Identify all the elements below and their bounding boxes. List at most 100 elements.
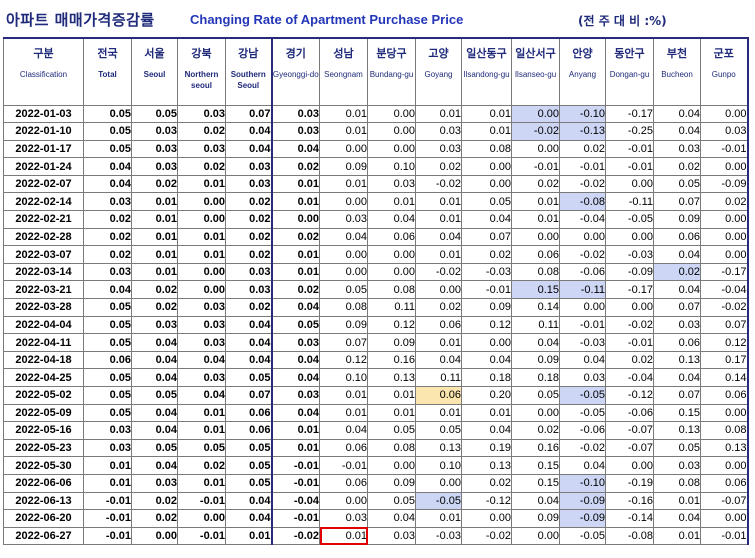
value-cell[interactable]: 0.00	[177, 262, 226, 282]
value-cell[interactable]: 0.17	[700, 350, 749, 370]
value-cell[interactable]: -0.01	[177, 491, 226, 511]
value-cell[interactable]: 0.02	[270, 157, 320, 176]
date-cell[interactable]: 2022-05-09	[3, 403, 84, 423]
value-cell[interactable]: 0.03	[131, 122, 178, 141]
value-cell[interactable]: 0.00	[177, 210, 226, 229]
value-cell[interactable]: 0.01	[461, 403, 512, 423]
value-cell[interactable]: 0.04	[653, 245, 701, 264]
value-cell[interactable]: 0.16	[367, 350, 416, 370]
value-cell[interactable]: 0.03	[177, 139, 226, 159]
value-cell[interactable]: 0.01	[83, 456, 132, 475]
value-cell[interactable]: 0.04	[131, 421, 178, 440]
value-cell[interactable]: 0.04	[461, 210, 512, 229]
value-cell[interactable]: 0.06	[319, 473, 368, 493]
value-cell[interactable]: 0.00	[559, 298, 606, 317]
value-cell[interactable]: 0.02	[83, 245, 132, 264]
value-cell[interactable]: 0.00	[461, 157, 512, 176]
value-cell[interactable]: -0.09	[700, 174, 749, 194]
value-cell[interactable]: 0.12	[461, 315, 512, 335]
value-cell[interactable]: 0.01	[319, 386, 368, 405]
value-cell[interactable]: 0.05	[83, 368, 132, 387]
value-cell[interactable]: -0.05	[415, 491, 462, 511]
value-cell[interactable]: -0.10	[559, 104, 606, 124]
value-cell[interactable]: 0.06	[83, 350, 132, 370]
value-cell[interactable]: 0.02	[225, 210, 272, 229]
value-cell[interactable]: -0.12	[605, 386, 654, 405]
value-cell[interactable]: -0.08	[605, 526, 654, 546]
date-cell[interactable]: 2022-05-02	[3, 386, 84, 405]
value-cell[interactable]: 0.04	[131, 403, 178, 423]
value-cell[interactable]: 0.13	[367, 368, 416, 387]
value-cell[interactable]: -0.01	[700, 526, 749, 546]
value-cell[interactable]: 0.03	[559, 368, 606, 387]
value-cell[interactable]: 0.03	[83, 438, 132, 458]
value-cell[interactable]: -0.05	[559, 526, 606, 546]
value-cell[interactable]: 0.00	[461, 333, 512, 352]
value-cell[interactable]: 0.04	[559, 350, 606, 370]
date-cell[interactable]: 2022-05-16	[3, 421, 84, 440]
value-cell[interactable]: -0.01	[511, 157, 560, 176]
value-cell[interactable]: 0.15	[511, 456, 560, 475]
value-cell[interactable]: 0.05	[131, 386, 178, 405]
value-cell[interactable]: 0.03	[270, 122, 320, 141]
value-cell[interactable]: 0.03	[319, 210, 368, 229]
value-cell[interactable]: -0.01	[83, 526, 132, 546]
value-cell[interactable]: 0.04	[225, 333, 272, 352]
value-cell[interactable]: 0.04	[461, 421, 512, 440]
value-cell[interactable]: 0.04	[225, 491, 272, 511]
value-cell[interactable]: 0.01	[131, 192, 178, 212]
value-cell[interactable]: 0.15	[511, 473, 560, 493]
value-cell[interactable]: 0.00	[511, 227, 560, 247]
value-cell[interactable]: 0.05	[225, 473, 272, 493]
value-cell[interactable]: 0.04	[319, 421, 368, 440]
value-cell[interactable]: 0.01	[319, 174, 368, 194]
value-cell[interactable]: 0.01	[270, 192, 320, 212]
value-cell[interactable]: 0.01	[131, 227, 178, 247]
value-cell[interactable]: 0.05	[83, 139, 132, 159]
value-cell[interactable]: -0.01	[605, 139, 654, 159]
value-cell[interactable]: 0.01	[367, 386, 416, 405]
value-cell[interactable]: -0.06	[605, 403, 654, 423]
value-cell[interactable]: 0.00	[177, 509, 226, 528]
value-cell[interactable]: 0.13	[415, 438, 462, 458]
value-cell[interactable]: -0.03	[605, 245, 654, 264]
value-cell[interactable]: -0.02	[605, 315, 654, 335]
date-cell[interactable]: 2022-01-24	[3, 157, 84, 176]
value-cell[interactable]: 0.01	[461, 122, 512, 141]
value-cell[interactable]: 0.00	[367, 245, 416, 264]
value-cell[interactable]: 0.01	[177, 174, 226, 194]
value-cell[interactable]: 0.02	[270, 280, 320, 300]
value-cell[interactable]: 0.04	[83, 157, 132, 176]
value-cell[interactable]: 0.05	[270, 315, 320, 335]
value-cell[interactable]: 0.06	[653, 333, 701, 352]
date-cell[interactable]: 2022-01-10	[3, 122, 84, 141]
value-cell[interactable]: 0.03	[270, 104, 320, 124]
value-cell[interactable]: -0.09	[559, 491, 606, 511]
value-cell[interactable]: 0.02	[225, 192, 272, 212]
value-cell[interactable]: 0.04	[653, 104, 701, 124]
value-cell[interactable]: 0.09	[319, 157, 368, 176]
value-cell[interactable]: 0.14	[511, 298, 560, 317]
value-cell[interactable]: 0.04	[131, 350, 178, 370]
value-cell[interactable]: 0.01	[367, 192, 416, 212]
value-cell[interactable]: 0.07	[319, 333, 368, 352]
value-cell[interactable]: 0.00	[700, 245, 749, 264]
value-cell[interactable]: 0.04	[367, 509, 416, 528]
value-cell[interactable]: 0.03	[270, 386, 320, 405]
value-cell[interactable]: 0.01	[131, 262, 178, 282]
value-cell[interactable]: -0.17	[700, 262, 749, 282]
value-cell[interactable]: -0.07	[605, 438, 654, 458]
value-cell[interactable]: 0.01	[270, 245, 320, 264]
date-cell[interactable]: 2022-02-14	[3, 192, 84, 212]
value-cell[interactable]: 0.03	[367, 174, 416, 194]
value-cell[interactable]: 0.06	[319, 438, 368, 458]
value-cell[interactable]: 0.10	[319, 368, 368, 387]
value-cell[interactable]: 0.04	[461, 350, 512, 370]
value-cell[interactable]: 0.05	[83, 122, 132, 141]
value-cell[interactable]: 0.06	[700, 386, 749, 405]
value-cell[interactable]: 0.02	[511, 421, 560, 440]
value-cell[interactable]: 0.11	[367, 298, 416, 317]
value-cell[interactable]: 0.00	[700, 227, 749, 247]
value-cell[interactable]: 0.06	[225, 403, 272, 423]
value-cell[interactable]: 0.04	[225, 122, 272, 141]
